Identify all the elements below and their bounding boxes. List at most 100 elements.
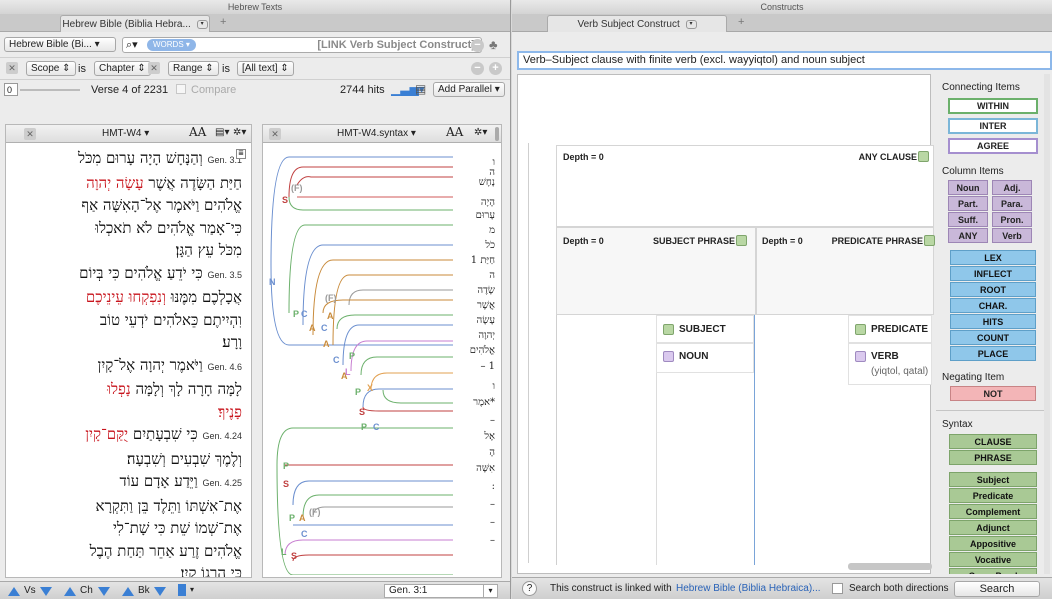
hebrew-text[interactable]: לָמָּה חָרָה לָךְ וְלָמָּה: [136, 380, 242, 398]
hebrew-text[interactable]: כִּי־אָמַר אֱלֹהִים לֹא תֹאכְלוּ: [95, 219, 242, 237]
prev-verse-button[interactable]: [8, 585, 20, 597]
column-item-noun[interactable]: Noun: [948, 180, 988, 195]
font-size-control[interactable]: AA: [189, 125, 206, 139]
verse-reference[interactable]: Gen. 4.6: [207, 362, 242, 372]
syntax-font-size-control[interactable]: AA: [446, 125, 463, 139]
range-value-select[interactable]: [All text] ⇕: [237, 61, 294, 76]
construct-canvas[interactable]: Depth = 0 ANY CLAUSE Depth = 0 SUBJECT P…: [517, 74, 935, 574]
linked-text-link[interactable]: Hebrew Bible (Biblia Hebraica)...: [676, 583, 821, 594]
attribute-item-lex[interactable]: LEX: [950, 250, 1036, 265]
syntax-pane-title[interactable]: HMT-W4.syntax ▾: [337, 128, 416, 139]
search-hit-text[interactable]: יֻקַּם־קָיִן: [85, 425, 128, 443]
verse-line[interactable]: לָמָּה חָרָה לָךְ וְלָמָּה נָפְלוּ: [6, 378, 242, 401]
remove-scope-button[interactable]: −: [471, 62, 484, 75]
subject-phrase-box[interactable]: Depth = 0 SUBJECT PHRASE: [556, 227, 756, 315]
verse-slider[interactable]: [20, 89, 80, 91]
syntax-tree[interactable]: (F) S N P C A C (F) A A C A P L P X S P …: [263, 145, 503, 575]
any-clause-checkbox[interactable]: [918, 151, 929, 162]
gear-icon[interactable]: ✲▾: [233, 127, 246, 138]
add-scope-button[interactable]: +: [489, 62, 502, 75]
syntax-word[interactable]: *אמֶר: [473, 397, 495, 408]
within-item[interactable]: WITHIN: [948, 98, 1038, 114]
hebrew-text[interactable]: חַיַּת הַשָּׂדֶה אֲשֶׁר: [148, 174, 242, 192]
attribute-item-inflect[interactable]: INFLECT: [950, 266, 1036, 281]
verse-line[interactable]: Gen. 3.5 כִּי יֹדֵעַ אֱלֹהִים כִּי בְּיו…: [6, 262, 242, 287]
verse-line[interactable]: Gen. 4.25 וַיֵּדַע אָדָם עוֹד: [6, 470, 242, 495]
syntax-word[interactable]: כֹל: [485, 240, 495, 251]
prev-book-button[interactable]: [122, 585, 134, 597]
verse-line[interactable]: וִהְיִיתֶם כֵּאלֹהִים יֹדְעֵי טוֹב: [6, 309, 242, 332]
predicate-phrase-checkbox[interactable]: [924, 235, 935, 246]
hebrew-text[interactable]: כִּי יֹדֵעַ אֱלֹהִים כִּי בְּיוֹם: [79, 264, 203, 282]
attribute-item-place[interactable]: PLACE: [950, 346, 1036, 361]
search-hit-text[interactable]: פָנֶיךָ׃: [218, 403, 242, 421]
syntax-word[interactable]: שָׂדֶה: [477, 285, 495, 296]
remove-scope-icon[interactable]: ✕: [6, 62, 18, 74]
syntax-word[interactable]: מ: [489, 225, 495, 236]
chevron-down-icon[interactable]: ▾: [685, 19, 697, 29]
sidebar-scrollbar[interactable]: [1044, 74, 1050, 574]
syntax-item-phrase[interactable]: PHRASE: [949, 450, 1037, 465]
syntax-word[interactable]: עָשָׂה: [477, 315, 496, 326]
people-icon[interactable]: ♣: [489, 37, 498, 52]
inter-item[interactable]: INTER: [948, 118, 1038, 134]
hebrew-text[interactable]: וִהְיִיתֶם כֵּאלֹהִים יֹדְעֵי טוֹב: [100, 311, 242, 329]
syntax-word[interactable]: יְהוָה: [478, 330, 495, 341]
remove-range-icon[interactable]: ✕: [148, 62, 160, 74]
verse-line[interactable]: וְלֶמֶךְ שִׁבְעִים וְשִׁבְעָה׃: [6, 448, 242, 471]
tab-hebrew-bible[interactable]: Hebrew Bible (Biblia Hebra... ▾: [60, 15, 210, 32]
verse-line[interactable]: Gen. 4.24 כִּי שִׁבְעָתַיִם יֻקַּם־קָיִן: [6, 423, 242, 448]
syntax-word[interactable]: ה: [489, 270, 495, 281]
syntax-function-subject[interactable]: Subject: [949, 472, 1037, 487]
syntax-scrollbar[interactable]: [495, 127, 499, 141]
attribute-item-count[interactable]: COUNT: [950, 330, 1036, 345]
slider-value[interactable]: 0: [4, 83, 18, 96]
column-item-part[interactable]: Part.: [948, 196, 988, 211]
hebrew-text[interactable]: אֱלֹהִים זֶרַע אַחֵר תַּחַת הֶבֶל: [90, 542, 242, 560]
location-input[interactable]: Gen. 3:1 ▾: [384, 584, 498, 598]
construct-description-field[interactable]: Verb–Subject clause with finite verb (ex…: [517, 51, 1052, 70]
predicate-checkbox[interactable]: [855, 324, 866, 335]
syntax-word[interactable]: אֱלֹהִים: [470, 345, 495, 356]
column-item-verb[interactable]: Verb: [992, 228, 1032, 243]
search-input[interactable]: ⌕▾ WORDS ▾ [LINK Verb Subject Construct]: [122, 37, 482, 53]
hebrew-text[interactable]: אֶת־אִשְׁתּוֹ וַתֵּלֶד בֵּן וַתִּקְרָא: [96, 497, 242, 515]
hebrew-text[interactable]: וְלֶמֶךְ שִׁבְעִים וְשִׁבְעָה׃: [127, 450, 242, 468]
verse-line[interactable]: פָנֶיךָ׃: [6, 401, 242, 424]
syntax-function-adjunct[interactable]: Adjunct: [949, 520, 1037, 535]
compare-checkbox[interactable]: [176, 84, 186, 94]
search-hit-text[interactable]: נָפְלוּ: [107, 380, 131, 398]
predicate-phrase-box[interactable]: Depth = 0 PREDICATE PHRASE: [756, 227, 935, 315]
syntax-item-clause[interactable]: CLAUSE: [949, 434, 1037, 449]
range-field-select[interactable]: Range ⇕: [168, 61, 219, 76]
syntax-word[interactable]: נָחָשׁ: [479, 177, 495, 188]
verse-line[interactable]: כִּי הֲרָגוֹ קָיִן׃: [6, 562, 242, 577]
verse-line[interactable]: מִכֹּל עֵץ הַגָּן׃: [6, 239, 242, 262]
column-item-any[interactable]: ANY: [948, 228, 988, 243]
column-item-suff[interactable]: Suff.: [948, 212, 988, 227]
column-item-pron[interactable]: Pron.: [992, 212, 1032, 227]
close-pane-icon[interactable]: ✕: [24, 128, 36, 140]
display-options-icon[interactable]: ▤▾: [215, 127, 229, 138]
text-pane-title[interactable]: HMT-W4 ▾: [102, 128, 149, 139]
hebrew-text[interactable]: מִכֹּל עֵץ הַגָּן׃: [176, 241, 242, 259]
bookmark-chevron-icon[interactable]: ▾: [190, 585, 194, 594]
subject-checkbox[interactable]: [663, 324, 674, 335]
verse-line[interactable]: Gen. 3.1 וְהַנָּחָשׁ הָיָה עָרוּם מִכֹּל: [6, 147, 242, 172]
scope-field-select[interactable]: Scope ⇕: [26, 61, 76, 76]
next-chapter-button[interactable]: [98, 585, 110, 597]
notes-icon[interactable]: ≣: [236, 149, 246, 159]
verse-line[interactable]: אֱלֹהִים וַיֹּאמֶר אֶל־הָאִשָּׁה אַף: [6, 194, 242, 217]
any-clause-box[interactable]: Depth = 0 ANY CLAUSE: [556, 145, 934, 227]
search-hit-text[interactable]: עָשָׂה יְהוָה: [86, 174, 144, 192]
syntax-word[interactable]: עָרוּם: [476, 210, 495, 221]
next-book-button[interactable]: [154, 585, 166, 597]
syntax-word[interactable]: 1 –: [480, 361, 495, 372]
hebrew-text[interactable]: כִּי שִׁבְעָתַיִם: [133, 425, 198, 443]
horizontal-scrollbar[interactable]: [848, 563, 932, 570]
chevron-down-icon[interactable]: ▾: [196, 19, 208, 29]
help-button[interactable]: ?: [522, 581, 537, 596]
verse-reference[interactable]: Gen. 4.25: [202, 478, 242, 488]
search-both-checkbox[interactable]: [832, 583, 843, 594]
verse-line[interactable]: כִּי־אָמַר אֱלֹהִים לֹא תֹאכְלוּ: [6, 217, 242, 240]
